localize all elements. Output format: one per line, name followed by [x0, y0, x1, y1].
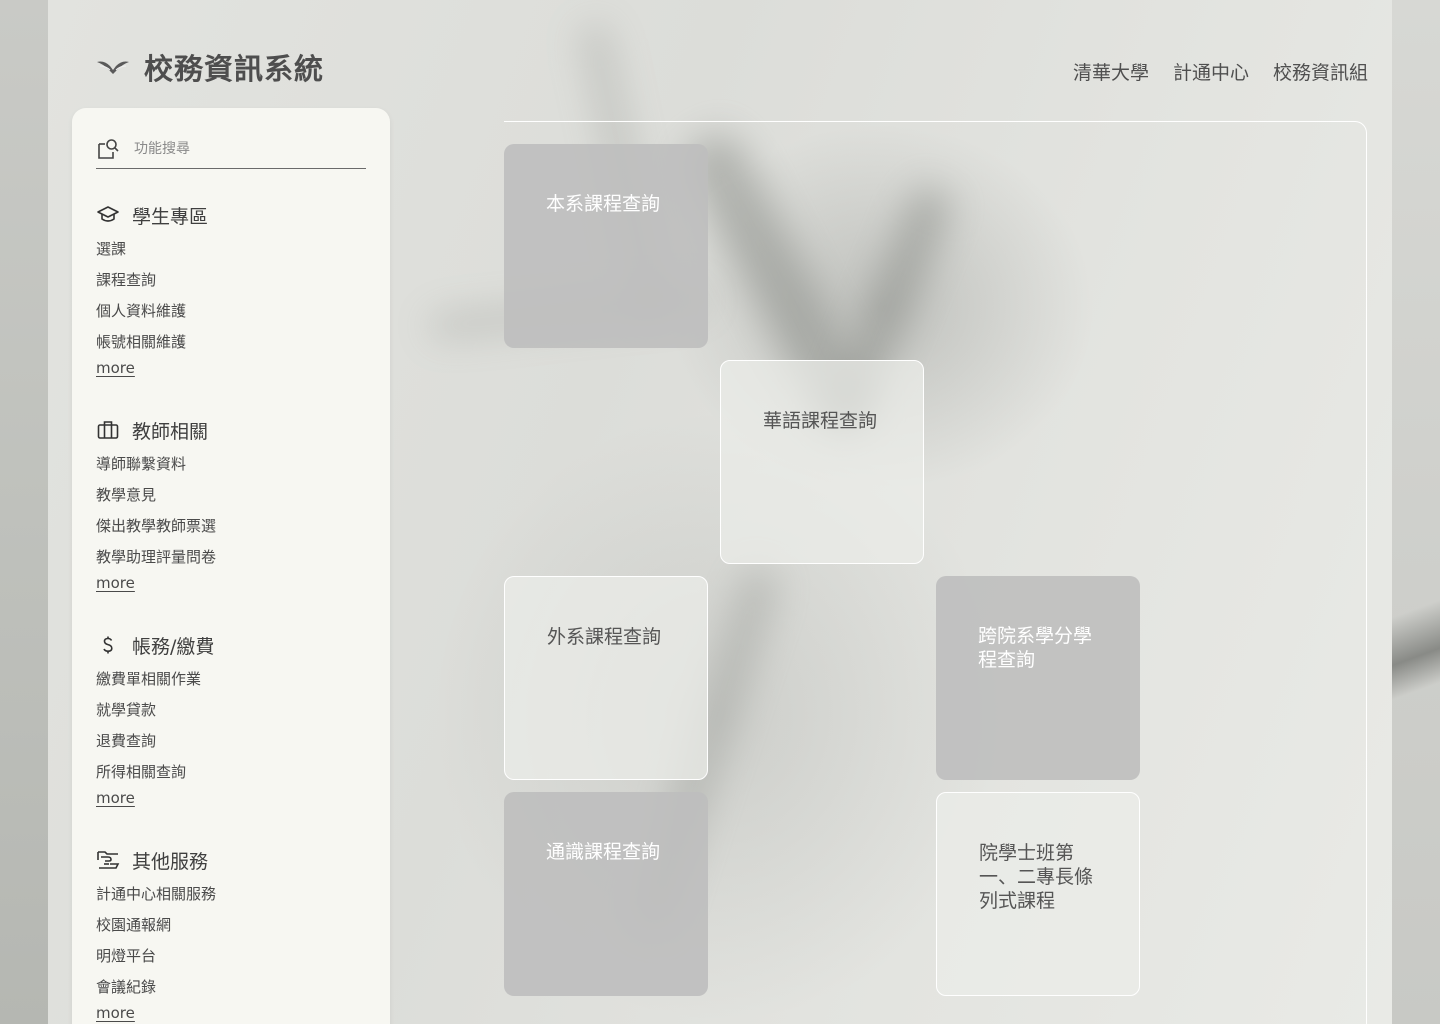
card-other-department-courses[interactable]: 外系課程查詢	[504, 576, 708, 780]
section-header: 學生專區	[96, 202, 366, 228]
site-title: 校務資訊系統	[144, 52, 325, 86]
menu-item-refund-query[interactable]: 退費查詢	[96, 726, 366, 757]
menu-item-computer-center-services[interactable]: 計通中心相關服務	[96, 879, 366, 910]
menu-item-account-maintenance[interactable]: 帳號相關維護	[96, 327, 366, 358]
nav-link-university[interactable]: 清華大學	[1073, 58, 1149, 85]
section-header: 教師相關	[96, 417, 366, 443]
menu-item-teaching-feedback[interactable]: 教學意見	[96, 480, 366, 511]
nav-link-info-division[interactable]: 校務資訊組	[1273, 58, 1368, 85]
card-department-courses[interactable]: 本系課程查詢	[504, 144, 708, 348]
menu-item-advisor-contact[interactable]: 導師聯繫資料	[96, 449, 366, 480]
section-other-services: 其他服務 計通中心相關服務 校園通報網 明燈平台 會議紀錄 more	[96, 847, 366, 1023]
menu-item-meeting-minutes[interactable]: 會議紀錄	[96, 972, 366, 1003]
section-student: 學生專區 選課 課程查詢 個人資料維護 帳號相關維護 more	[96, 202, 366, 378]
more-link[interactable]: more	[96, 574, 135, 592]
main-panel: 校務資訊系統 清華大學 計通中心 校務資訊組 功能搜尋 學生專區 選課 課程查詢…	[48, 0, 1392, 1024]
background-right-strip	[1392, 0, 1440, 1024]
menu-item-teacher-vote[interactable]: 傑出教學教師票選	[96, 511, 366, 542]
menu-item-course-query[interactable]: 課程查詢	[96, 265, 366, 296]
top-nav: 清華大學 計通中心 校務資訊組	[1073, 58, 1368, 85]
section-title: 帳務/繳費	[132, 635, 215, 658]
card-interdisciplinary-program[interactable]: 跨院系學分學程查詢	[936, 576, 1140, 780]
section-title: 學生專區	[132, 205, 209, 228]
section-title: 其他服務	[132, 850, 209, 873]
menu-item-ta-survey[interactable]: 教學助理評量問卷	[96, 542, 366, 573]
card-chinese-language-courses[interactable]: 華語課程查詢	[720, 360, 924, 564]
menu-item-course-selection[interactable]: 選課	[96, 234, 366, 265]
nav-link-computer-center[interactable]: 計通中心	[1173, 58, 1249, 85]
menu-item-personal-data[interactable]: 個人資料維護	[96, 296, 366, 327]
section-header: 帳務/繳費	[96, 632, 366, 658]
search-icon	[96, 137, 120, 161]
section-header: 其他服務	[96, 847, 366, 873]
search-input[interactable]	[132, 140, 356, 158]
dollar-icon	[96, 633, 120, 657]
menu-item-campus-notice[interactable]: 校園通報網	[96, 910, 366, 941]
graduation-cap-icon	[96, 203, 120, 227]
brand: 校務資訊系統	[96, 46, 324, 88]
section-title: 教師相關	[132, 420, 209, 443]
logo-icon	[96, 57, 130, 77]
more-link[interactable]: more	[96, 359, 135, 377]
background-left-strip	[0, 0, 48, 1024]
search-bar	[96, 130, 366, 169]
more-link[interactable]: more	[96, 789, 135, 807]
briefcase-icon	[96, 418, 120, 442]
menu-item-student-loan[interactable]: 就學貸款	[96, 695, 366, 726]
menu-item-beacon-platform[interactable]: 明燈平台	[96, 941, 366, 972]
card-general-education-courses[interactable]: 通識課程查詢	[504, 792, 708, 996]
section-teacher: 教師相關 導師聯繫資料 教學意見 傑出教學教師票選 教學助理評量問卷 more	[96, 417, 366, 593]
sidebar: 學生專區 選課 課程查詢 個人資料維護 帳號相關維護 more	[72, 108, 390, 1024]
menu-item-payment-slip[interactable]: 繳費單相關作業	[96, 664, 366, 695]
section-billing: 帳務/繳費 繳費單相關作業 就學貸款 退費查詢 所得相關查詢 more	[96, 632, 366, 808]
more-link[interactable]: more	[96, 1004, 135, 1022]
menu-item-income-query[interactable]: 所得相關查詢	[96, 757, 366, 788]
hand-service-icon	[96, 848, 120, 872]
card-specialty-course-list[interactable]: 院學士班第一、二專長條列式課程	[936, 792, 1140, 996]
